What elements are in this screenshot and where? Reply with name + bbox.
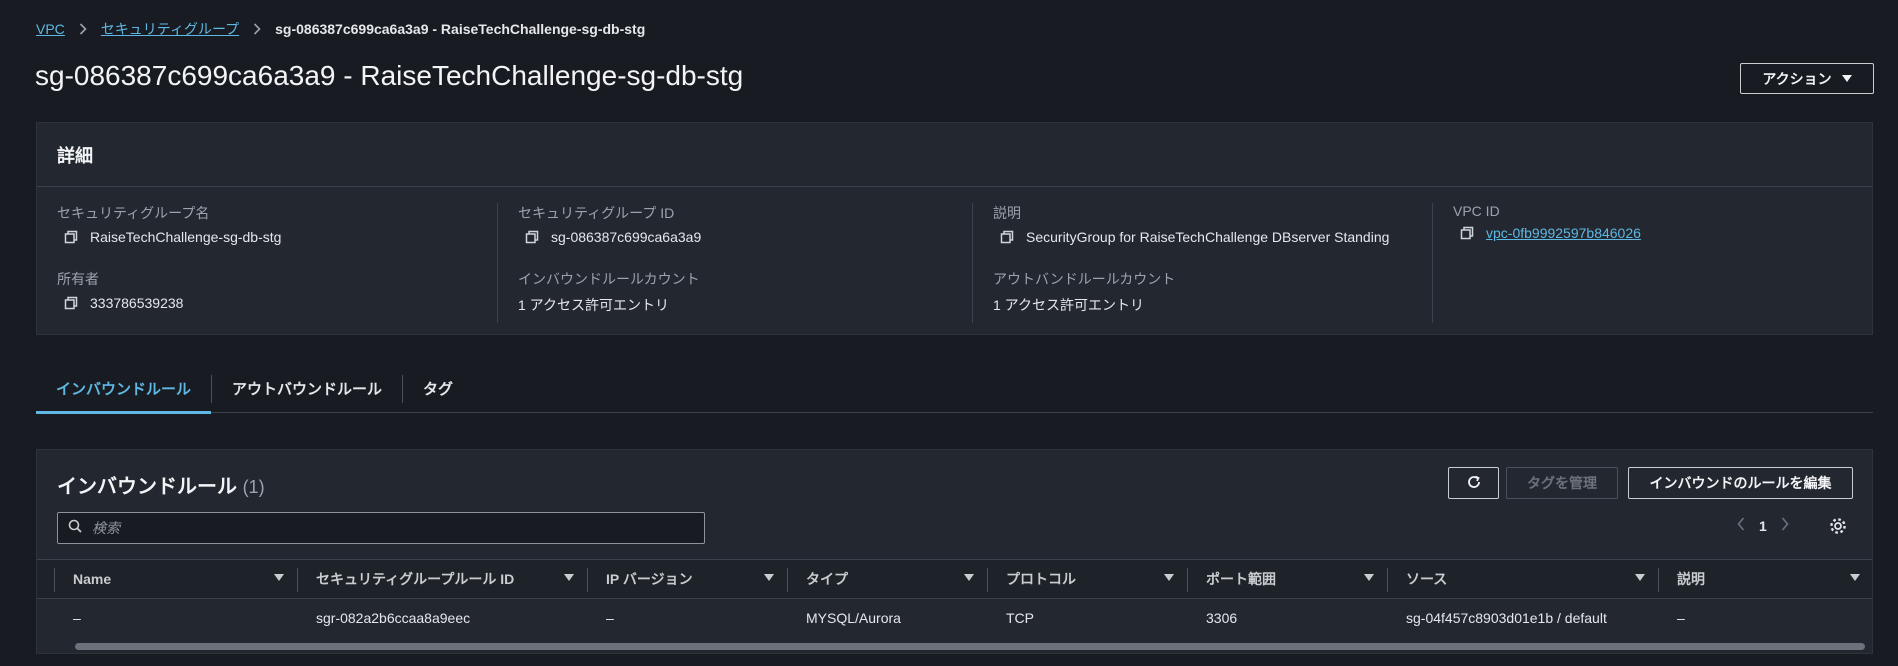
- search-input-wrapper: [57, 512, 705, 544]
- details-heading: 詳細: [37, 123, 1872, 187]
- description-label: 説明: [993, 205, 1021, 221]
- outbound-count-label: アウトバンドルールカウント: [993, 271, 1176, 287]
- sg-name-value: RaiseTechChallenge-sg-db-stg: [90, 229, 282, 245]
- column-header-description[interactable]: 説明: [1659, 560, 1872, 598]
- details-column-2: セキュリティグループ ID sg-086387c699ca6a3a9 インバウン…: [497, 203, 972, 323]
- tab-inbound-rules[interactable]: インバウンドルール: [36, 365, 212, 414]
- details-column-4: VPC ID vpc-0fb9992597b846026: [1432, 203, 1872, 323]
- copy-icon[interactable]: [525, 230, 539, 244]
- breadcrumb-current: sg-086387c699ca6a3a9 - RaiseTechChalleng…: [275, 21, 646, 37]
- vpc-id-link[interactable]: vpc-0fb9992597b846026: [1486, 225, 1641, 241]
- column-header-port-range[interactable]: ポート範囲: [1188, 560, 1388, 598]
- column-header-rule-id[interactable]: セキュリティグループルール ID: [298, 560, 588, 598]
- description-field: 説明 SecurityGroup for RaiseTechChallenge …: [993, 203, 1389, 245]
- tab-bar: インバウンドルール アウトバウンドルール タグ: [36, 365, 1873, 414]
- actions-button-label: アクション: [1762, 70, 1832, 87]
- manage-tags-button[interactable]: タグを管理: [1506, 467, 1618, 499]
- inbound-rules-count: (1): [242, 477, 265, 497]
- outbound-count-value: 1 アクセス許可エントリ: [993, 297, 1144, 313]
- cell-protocol: TCP: [1006, 610, 1034, 626]
- description-value: SecurityGroup for RaiseTechChallenge DBs…: [1026, 229, 1390, 245]
- sort-icon: [764, 574, 774, 581]
- sort-icon: [1635, 574, 1645, 581]
- details-column-3: 説明 SecurityGroup for RaiseTechChallenge …: [972, 203, 1432, 323]
- actions-button[interactable]: アクション: [1740, 63, 1874, 94]
- owner-field: 所有者 333786539238: [57, 269, 183, 311]
- column-header-type[interactable]: タイプ: [788, 560, 988, 598]
- sort-icon: [1850, 574, 1860, 581]
- breadcrumb-security-groups-link[interactable]: セキュリティグループ: [101, 19, 239, 39]
- cell-source: sg-04f457c8903d01e1b / default: [1406, 610, 1607, 626]
- previous-page-icon[interactable]: [1737, 517, 1745, 534]
- details-panel: 詳細 セキュリティグループ名 RaiseTechChallenge-sg-db-…: [36, 122, 1873, 335]
- sort-icon: [964, 574, 974, 581]
- column-header-name[interactable]: Name: [55, 560, 298, 598]
- caret-down-icon: [1841, 75, 1852, 82]
- copy-icon[interactable]: [64, 296, 78, 310]
- next-page-icon[interactable]: [1781, 517, 1789, 534]
- owner-label: 所有者: [57, 271, 99, 287]
- sort-icon: [564, 574, 574, 581]
- current-page[interactable]: 1: [1759, 518, 1767, 534]
- inbound-count-label: インバウンドルールカウント: [518, 271, 700, 287]
- sg-id-label: セキュリティグループ ID: [518, 205, 675, 221]
- search-icon: [68, 519, 82, 538]
- chevron-right-icon: [79, 23, 87, 35]
- inbound-count-field: インバウンドルールカウント 1 アクセス許可エントリ: [518, 269, 700, 315]
- page-title: sg-086387c699ca6a3a9 - RaiseTechChalleng…: [35, 60, 744, 91]
- column-header-source[interactable]: ソース: [1388, 560, 1659, 598]
- cell-type: MYSQL/Aurora: [806, 610, 901, 626]
- edit-inbound-rules-button[interactable]: インバウンドのルールを編集: [1628, 467, 1853, 499]
- gear-icon[interactable]: [1829, 517, 1847, 540]
- outbound-count-field: アウトバンドルールカウント 1 アクセス許可エントリ: [993, 269, 1175, 315]
- tab-outbound-rules[interactable]: アウトバウンドルール: [212, 365, 402, 413]
- vpc-id-field: VPC ID vpc-0fb9992597b846026: [1453, 203, 1641, 241]
- breadcrumb-vpc-link[interactable]: VPC: [36, 21, 65, 37]
- inbound-count-value: 1 アクセス許可エントリ: [518, 297, 669, 313]
- inbound-rules-heading: インバウンドルール (1): [57, 470, 265, 499]
- table-row[interactable]: – sgr-082a2b6ccaa8a9eec – MYSQL/Aurora T…: [37, 599, 1872, 637]
- column-header-ip-version[interactable]: IP バージョン: [588, 560, 788, 598]
- vpc-id-label: VPC ID: [1453, 203, 1500, 219]
- sg-name-field: セキュリティグループ名 RaiseTechChallenge-sg-db-stg: [57, 203, 281, 245]
- sg-id-value: sg-086387c699ca6a3a9: [551, 229, 702, 245]
- cell-name: –: [73, 610, 81, 626]
- copy-icon[interactable]: [1000, 230, 1014, 244]
- copy-icon[interactable]: [1460, 226, 1474, 240]
- sort-icon: [274, 574, 284, 581]
- inbound-rules-panel: インバウンドルール (1) タグを管理 インバウンドのルールを編集 1 Name: [36, 449, 1873, 654]
- sort-icon: [1164, 574, 1174, 581]
- refresh-button[interactable]: [1448, 467, 1499, 499]
- table-header: Name セキュリティグループルール ID IP バージョン タイプ プロトコル…: [37, 559, 1872, 599]
- cell-rule-id: sgr-082a2b6ccaa8a9eec: [316, 610, 471, 626]
- cell-ip-version: –: [606, 610, 614, 626]
- column-header-protocol[interactable]: プロトコル: [988, 560, 1188, 598]
- horizontal-scrollbar[interactable]: [75, 643, 1865, 650]
- breadcrumb: VPC セキュリティグループ sg-086387c699ca6a3a9 - Ra…: [36, 19, 645, 39]
- copy-icon[interactable]: [64, 230, 78, 244]
- inbound-rules-title: インバウンドルール: [57, 476, 237, 498]
- sg-id-field: セキュリティグループ ID sg-086387c699ca6a3a9: [518, 203, 701, 245]
- search-input[interactable]: [92, 520, 704, 536]
- pagination: 1: [1737, 517, 1789, 534]
- cell-port-range: 3306: [1206, 610, 1238, 626]
- cell-description: –: [1677, 610, 1685, 626]
- tab-tags[interactable]: タグ: [403, 365, 473, 413]
- refresh-icon: [1466, 474, 1482, 493]
- sort-icon: [1364, 574, 1374, 581]
- chevron-right-icon: [253, 23, 261, 35]
- details-column-1: セキュリティグループ名 RaiseTechChallenge-sg-db-stg…: [37, 203, 497, 323]
- sg-name-label: セキュリティグループ名: [57, 205, 210, 221]
- owner-value: 333786539238: [90, 295, 184, 311]
